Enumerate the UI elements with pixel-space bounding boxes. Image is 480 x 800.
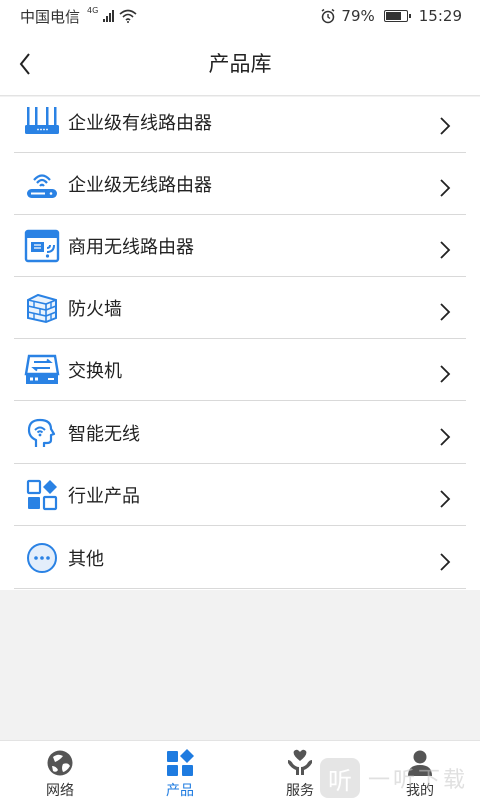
product-label: 交换机 [68,360,122,382]
tab-profile[interactable]: 我的 [380,741,460,800]
commercial-router-icon [24,228,60,264]
profile-icon [408,750,432,776]
signal-icon [103,10,115,22]
page-title: 产品库 [208,52,272,76]
clock: 15:29 [418,7,462,25]
product-label: 企业级无线路由器 [68,174,212,196]
tab-service[interactable]: 服务 [260,741,340,800]
chevron-right-icon [440,302,451,321]
network-type: 4G [87,5,99,15]
product-row-industry[interactable]: 行业产品 [14,464,466,526]
chevron-right-icon [440,178,451,197]
tab-label: 网络 [46,783,74,799]
product-row-wired-router[interactable]: 企业级有线路由器 [14,97,466,153]
back-button[interactable] [10,44,50,84]
product-label: 商用无线路由器 [68,236,194,258]
industry-icon [24,477,60,513]
tab-label: 服务 [286,783,314,799]
status-left: 中国电信 4G [20,6,137,27]
smart-wireless-icon [24,415,60,451]
product-label: 其他 [68,548,104,570]
status-bar: 中国电信 4G 79% 15:29 [0,0,480,32]
carrier-name: 中国电信 [20,7,81,26]
chevron-right-icon [440,489,451,508]
alarm-icon [321,8,335,24]
service-icon [288,749,312,775]
battery-icon [383,10,411,22]
more-icon [24,540,60,576]
chevron-right-icon [440,552,451,571]
wireless-router-icon [24,166,60,202]
product-row-switch[interactable]: 交换机 [14,339,466,401]
network-icon [47,750,73,776]
wifi-icon [119,9,137,23]
chevron-right-icon [440,364,451,383]
chevron-right-icon [440,427,451,446]
tab-network[interactable]: 网络 [20,741,100,800]
status-right: 79% 15:29 [320,7,462,25]
product-row-other[interactable]: 其他 [14,527,466,589]
battery-percent: 79% [341,7,375,25]
firewall-icon [24,290,60,326]
product-row-firewall[interactable]: 防火墙 [14,277,466,339]
product-row-commercial-router[interactable]: 商用无线路由器 [14,215,466,277]
nav-bar: 产品库 [0,32,480,96]
product-list: 企业级有线路由器 企业级无线路由器 商用无线路由器 防火墙 交换机 智能无线 行… [0,97,480,590]
switch-icon [24,352,60,388]
chevron-left-icon [19,53,30,75]
product-label: 企业级有线路由器 [68,112,212,134]
tab-label: 我的 [406,783,434,799]
product-label: 行业产品 [68,485,140,507]
product-label: 防火墙 [68,298,122,320]
product-label: 智能无线 [68,423,140,445]
product-row-wireless-router[interactable]: 企业级无线路由器 [14,153,466,215]
wired-router-icon [24,104,60,140]
chevron-right-icon [440,116,451,135]
tab-products[interactable]: 产品 [140,741,220,800]
product-row-smart-wireless[interactable]: 智能无线 [14,402,466,464]
bottom-tab-bar: 网络 产品 服务 我的 [0,740,480,800]
chevron-right-icon [440,240,451,259]
tab-label: 产品 [166,783,194,799]
products-icon [167,749,194,776]
